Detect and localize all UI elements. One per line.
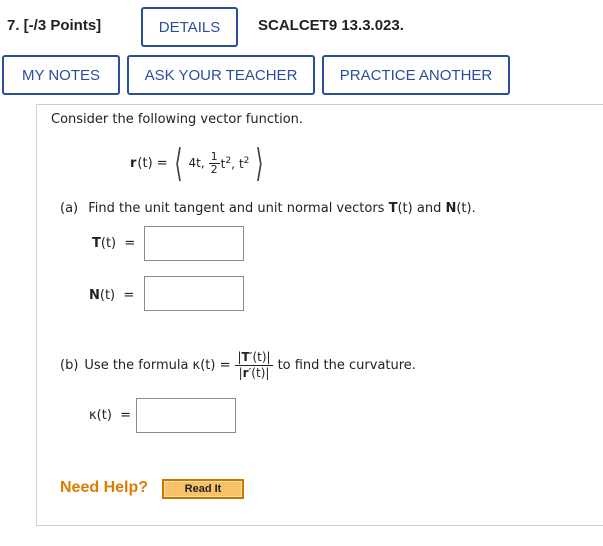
component-2-fraction: 1 2 <box>208 149 220 176</box>
part-a-instruction: (a) Find the unit tangent and unit norma… <box>60 201 476 216</box>
vector-function-equation: r (t) = ⟨ 4t, 1 2 t2, t2 ⟩ <box>130 138 270 188</box>
part-b-tag: (b) <box>60 358 79 373</box>
details-button[interactable]: DETAILS <box>141 7 238 47</box>
N-answer-input[interactable] <box>144 276 244 311</box>
problem-prompt: Consider the following vector function. <box>51 112 304 127</box>
T-answer-input[interactable] <box>144 226 244 261</box>
vector-r-symbol: r <box>130 155 137 171</box>
angle-bracket-open: ⟨ <box>174 141 183 185</box>
T-answer-label: T (t) = <box>92 236 136 251</box>
practice-another-button[interactable]: PRACTICE ANOTHER <box>322 55 510 95</box>
K-answer-label: κ(t) = <box>89 408 132 423</box>
component-3: t2 <box>238 155 250 171</box>
fraction-numerator: 1 <box>208 149 220 164</box>
question-header: 7. [-/3 Points] DETAILS SCALCET9 13.3.02… <box>0 0 603 50</box>
question-number: 7. [-/3 Points] <box>7 17 102 34</box>
angle-bracket-close: ⟩ <box>255 141 264 185</box>
part-a-tag: (a) <box>60 201 79 216</box>
fraction-denominator: 2 <box>210 162 218 176</box>
vector-r-arg: (t) = <box>137 155 168 171</box>
read-it-button[interactable]: Read It <box>162 479 244 499</box>
N-answer-label: N (t) = <box>89 288 135 303</box>
part-b-instruction: (b) Use the formula κ(t) = |T′(t)| |r′(t… <box>60 350 416 381</box>
component-1: 4t, <box>188 156 205 170</box>
K-answer-input[interactable] <box>136 398 236 433</box>
need-help-label: Need Help? <box>60 479 149 496</box>
part-b-text: Use the formula κ(t) = <box>84 358 231 373</box>
question-id: SCALCET9 13.3.023. <box>258 17 404 34</box>
question-body <box>36 104 603 526</box>
part-a-text: Find the unit tangent and unit normal ve… <box>88 201 385 216</box>
ask-teacher-button[interactable]: ASK YOUR TEACHER <box>127 55 315 95</box>
component-2-var: t2, <box>220 155 235 171</box>
my-notes-button[interactable]: MY NOTES <box>2 55 120 95</box>
curvature-formula-fraction: |T′(t)| |r′(t)| <box>235 350 273 380</box>
part-b-text-post: to find the curvature. <box>277 358 416 373</box>
